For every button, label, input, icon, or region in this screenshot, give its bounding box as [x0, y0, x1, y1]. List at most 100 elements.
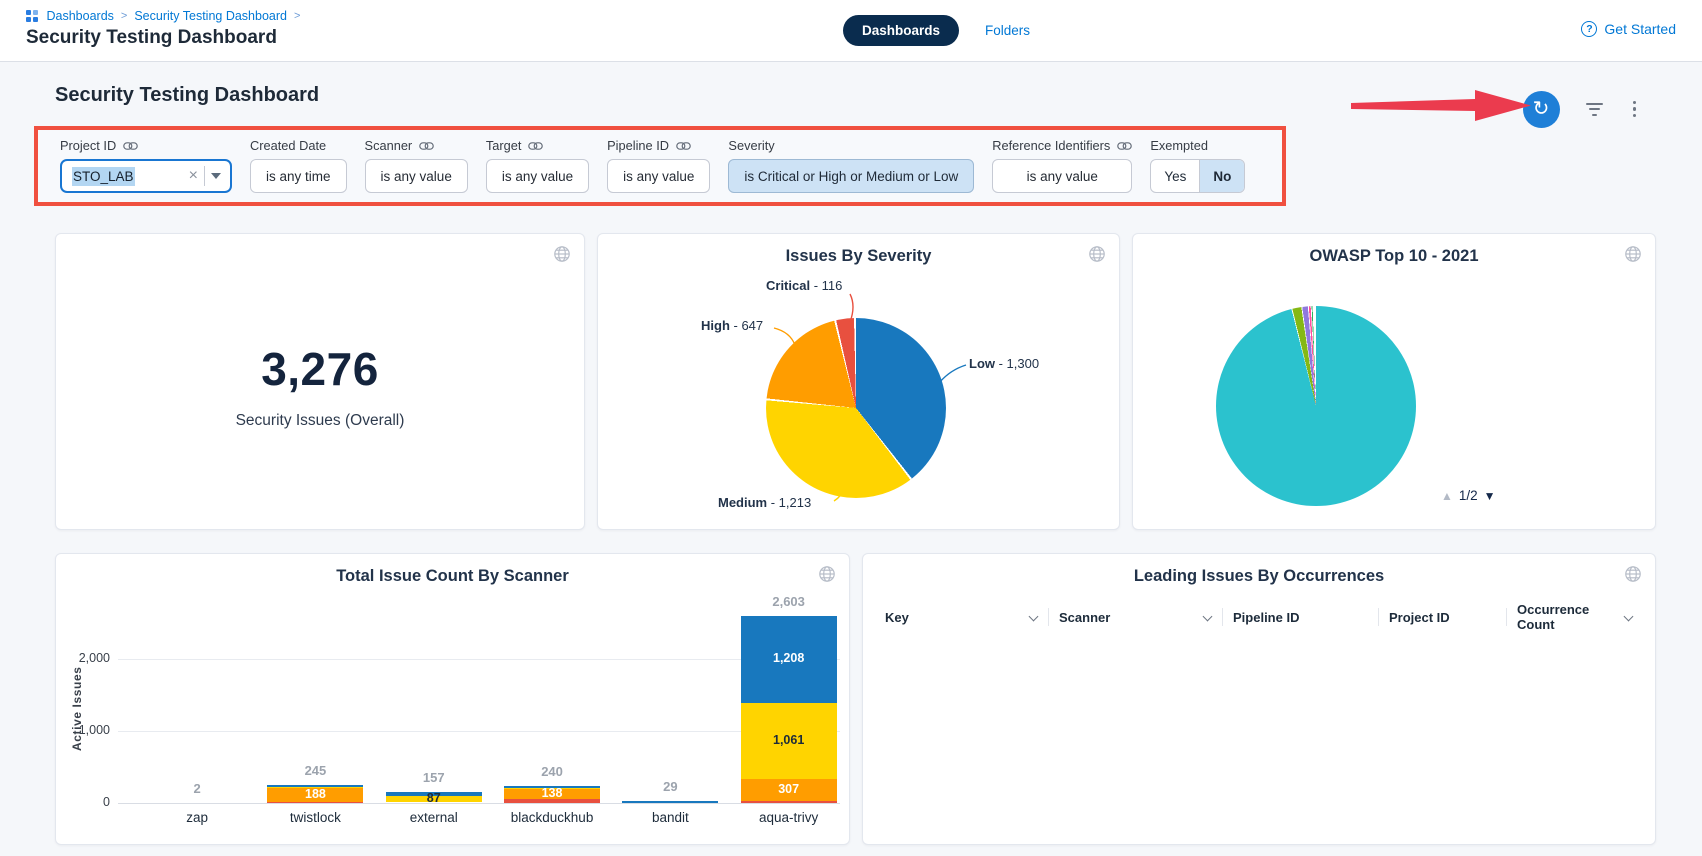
column-header-key[interactable]: Key — [875, 608, 1048, 626]
kpi-label: Security Issues (Overall) — [236, 412, 405, 430]
help-circle-icon: ? — [1581, 21, 1597, 37]
filter-label-project-id: Project ID — [60, 138, 232, 153]
issues-by-severity-card: Issues By Severity Low - 1,300 Medium - … — [597, 233, 1120, 530]
bar-segment-high[interactable] — [267, 788, 363, 802]
bar-segment-critical[interactable] — [504, 799, 600, 803]
x-axis-label-aqua-trivy: aqua-trivy — [730, 810, 848, 825]
column-header-label: Occurrence Count — [1517, 602, 1618, 632]
bar-segment-medium[interactable] — [741, 703, 837, 779]
breadcrumb-link-security-testing-dashboard[interactable]: Security Testing Dashboard — [134, 9, 287, 23]
filter-group-reference-identifiers: Reference Identifiers is any value — [992, 138, 1132, 193]
link-icon — [676, 141, 691, 151]
page-down-icon[interactable]: ▼ — [1484, 489, 1496, 503]
filter-group-pipeline-id: Pipeline ID is any value — [607, 138, 710, 193]
gridline — [118, 803, 840, 804]
x-axis-label-external: external — [375, 810, 493, 825]
filters-toggle-icon[interactable] — [1582, 99, 1607, 120]
filter-reference-identifiers-value-button[interactable]: is any value — [992, 159, 1132, 193]
kpi-value: 3,276 — [261, 342, 379, 396]
column-header-pipeline-id[interactable]: Pipeline ID — [1222, 608, 1378, 626]
y-tick-label: 0 — [56, 795, 110, 809]
bar-total-label: 240 — [492, 764, 612, 779]
x-axis-label-blackduckhub: blackduckhub — [493, 810, 611, 825]
x-axis-label-bandit: bandit — [611, 810, 729, 825]
bar-segment-critical[interactable] — [741, 801, 837, 803]
bar-segment-low[interactable] — [386, 792, 482, 796]
sort-chevron-icon[interactable] — [1624, 613, 1633, 622]
column-header-label: Scanner — [1059, 610, 1110, 625]
tab-folders[interactable]: Folders — [985, 23, 1030, 38]
filter-label-exempted: Exempted — [1150, 138, 1245, 153]
pie-label-medium: Medium - 1,213 — [718, 495, 811, 510]
bar-segment-medium[interactable] — [504, 788, 600, 789]
column-header-project-id[interactable]: Project ID — [1378, 608, 1506, 626]
toggle-option-yes[interactable]: Yes — [1151, 160, 1199, 192]
table-title: Leading Issues By Occurrences — [863, 567, 1655, 586]
owasp-top10-card: OWASP Top 10 - 2021 ▲ 1/2 ▼ — [1132, 233, 1656, 530]
tab-dashboards[interactable]: Dashboards — [843, 15, 959, 46]
link-icon — [528, 141, 543, 151]
filter-project-id-combobox[interactable]: STO_LAB × — [60, 159, 232, 193]
link-icon — [1117, 141, 1132, 151]
filter-exempted-toggle: YesNo — [1150, 159, 1245, 193]
dashboard-toolbar: ↻ — [1523, 90, 1641, 128]
pie-label-high: High - 647 — [701, 318, 763, 333]
kebab-menu-icon[interactable] — [1629, 97, 1641, 122]
bar-bandit[interactable] — [622, 554, 718, 803]
filter-severity-value-button[interactable]: is Critical or High or Medium or Low — [728, 159, 974, 193]
top-header-bar: Dashboards>Security Testing Dashboard> S… — [0, 0, 1702, 62]
y-tick-label: 1,000 — [56, 723, 110, 737]
sort-chevron-icon[interactable] — [1029, 613, 1038, 622]
chart-title: Issues By Severity — [598, 247, 1119, 266]
dashboards-grid-icon — [26, 10, 38, 22]
filter-created-date-value-button[interactable]: is any time — [250, 159, 347, 193]
bar-zap[interactable] — [149, 554, 245, 803]
bar-total-label: 29 — [610, 779, 730, 794]
bar-segment-critical[interactable] — [267, 802, 363, 803]
column-header-scanner[interactable]: Scanner — [1048, 608, 1222, 626]
get-started-link[interactable]: ? Get Started — [1581, 21, 1676, 37]
toggle-option-no[interactable]: No — [1199, 160, 1244, 192]
owasp-pie-chart[interactable] — [1216, 306, 1416, 506]
combo-selected-value: STO_LAB — [72, 167, 135, 186]
filter-label-target: Target — [486, 138, 589, 153]
page-indicator: 1/2 — [1459, 488, 1478, 503]
clear-icon[interactable]: × — [189, 168, 198, 184]
dropdown-caret-icon[interactable] — [211, 173, 221, 179]
bar-segment-high[interactable] — [741, 779, 837, 801]
refresh-button[interactable]: ↻ — [1523, 91, 1560, 128]
filter-scanner-value-button[interactable]: is any value — [365, 159, 468, 193]
bar-external[interactable] — [386, 554, 482, 803]
column-header-label: Project ID — [1389, 610, 1450, 625]
filter-label-text: Pipeline ID — [607, 138, 669, 153]
column-header-occurrence-count[interactable]: Occurrence Count — [1506, 608, 1643, 626]
stacked-bar-plot: 01,0002,0002zap188245twistlock87157exter… — [56, 554, 849, 844]
bar-segment-low[interactable] — [741, 616, 837, 703]
filter-group-exempted: Exempted YesNo — [1150, 138, 1245, 193]
filter-label-text: Reference Identifiers — [992, 138, 1110, 153]
column-header-label: Pipeline ID — [1233, 610, 1299, 625]
link-icon — [419, 141, 434, 151]
sort-chevron-icon[interactable] — [1203, 613, 1212, 622]
annotation-arrow — [1349, 88, 1535, 124]
page-up-icon[interactable]: ▲ — [1441, 489, 1453, 503]
bar-segment-medium[interactable] — [267, 787, 363, 788]
bar-segment-low[interactable] — [622, 801, 718, 803]
pie-label-critical: Critical - 116 — [766, 278, 842, 293]
filter-group-target: Target is any value — [486, 138, 589, 193]
filter-group-scanner: Scanneris any value — [365, 138, 468, 193]
filter-group-severity: Severityis Critical or High or Medium or… — [728, 138, 974, 193]
filter-pipeline-id-value-button[interactable]: is any value — [607, 159, 710, 193]
filter-group-created-date: Created Dateis any time — [250, 138, 347, 193]
breadcrumb-link-dashboards[interactable]: Dashboards — [47, 9, 114, 23]
bar-segment-low[interactable] — [504, 786, 600, 788]
bar-aqua-trivy[interactable] — [741, 554, 837, 803]
severity-pie-chart[interactable] — [766, 318, 946, 498]
bar-segment-low[interactable] — [267, 785, 363, 786]
link-icon — [123, 141, 138, 151]
bar-total-label: 245 — [255, 763, 375, 778]
filter-group-project-id: Project ID STO_LAB × — [60, 138, 232, 193]
filter-target-value-button[interactable]: is any value — [486, 159, 589, 193]
bar-segment-medium[interactable] — [386, 796, 482, 802]
bar-segment-high[interactable] — [504, 789, 600, 799]
